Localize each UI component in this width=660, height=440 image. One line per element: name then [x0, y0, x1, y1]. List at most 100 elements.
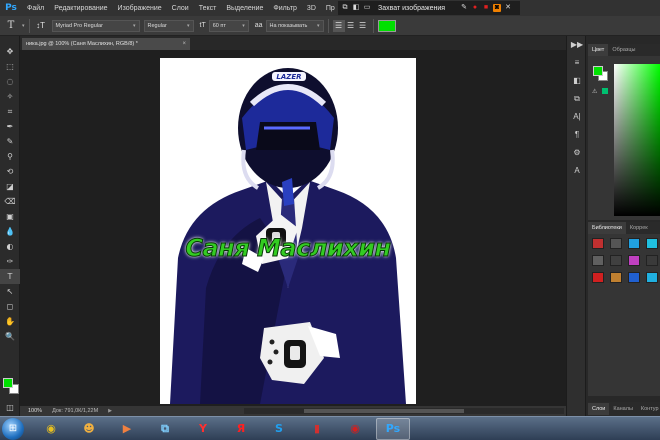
network-icon[interactable]: ⧉ [148, 418, 182, 440]
healing-brush-tool-icon[interactable]: ✎ [0, 134, 20, 149]
menu-filter[interactable]: Фильтр [268, 5, 302, 12]
type-tool-icon[interactable]: T [0, 269, 20, 284]
video-icon[interactable]: ▮ [300, 418, 334, 440]
canvas-workspace[interactable]: LAZER Саня Маслихин [20, 50, 566, 406]
close-icon[interactable]: × [182, 41, 186, 47]
tab-adjustments[interactable]: Коррек [626, 222, 652, 234]
marquee-tool-icon[interactable]: ⬚ [0, 59, 20, 74]
adjustment-swatch[interactable] [592, 238, 604, 249]
collapse-panels-icon[interactable]: ▶▶ [567, 36, 587, 54]
camera-icon[interactable]: ◙ [493, 4, 502, 12]
eyedropper-tool-icon[interactable]: ✒ [0, 119, 20, 134]
menu-3d[interactable]: 3D [302, 5, 321, 12]
type-tool-preset[interactable]: T [0, 20, 22, 31]
color-spectrum-field[interactable] [614, 64, 660, 216]
window-icon[interactable]: ▭ [363, 4, 371, 12]
properties-panel-icon[interactable]: ◧ [567, 72, 587, 90]
tool-presets-panel-icon[interactable]: ⚙ [567, 144, 587, 162]
menu-view[interactable]: Пр [321, 5, 340, 12]
antialias-select[interactable]: На показывать ▾ [265, 19, 324, 32]
quick-mask-icon[interactable]: ◫ [0, 400, 20, 415]
web-safe-color-swatch[interactable] [602, 88, 608, 94]
brush-tool-icon[interactable]: ⚲ [0, 149, 20, 164]
adjustment-swatch[interactable] [592, 272, 604, 283]
adjustment-swatch[interactable] [646, 255, 658, 266]
tab-color[interactable]: Цвет [588, 44, 609, 56]
tab-paths[interactable]: Контур [637, 403, 660, 415]
font-size-select[interactable]: 60 пт ▾ [208, 19, 249, 32]
text-color-swatch[interactable] [377, 19, 396, 32]
skype-icon[interactable]: S [262, 418, 296, 440]
adjustment-swatch[interactable] [610, 255, 622, 266]
sizing-icon[interactable]: ◧ [352, 4, 360, 12]
status-menu-arrow-icon[interactable]: ▶ [108, 408, 112, 414]
panel-foreground-color[interactable] [593, 66, 603, 76]
history-panel-icon[interactable]: ≡ [567, 54, 587, 72]
scrollbar-thumb[interactable] [304, 409, 464, 413]
font-family-select[interactable]: Myriad Pro Regular ▾ [51, 19, 140, 32]
adjustment-swatch[interactable] [628, 272, 640, 283]
chrome-icon[interactable]: ◉ [34, 418, 68, 440]
zoom-tool-icon[interactable]: 🔍 [0, 329, 20, 344]
glyphs-panel-icon[interactable]: A [567, 162, 587, 180]
chrome-red-icon[interactable]: ◉ [338, 418, 372, 440]
adjustment-swatch[interactable] [646, 238, 658, 249]
dodge-tool-icon[interactable]: ◐ [0, 239, 20, 254]
adjustment-swatch[interactable] [628, 255, 640, 266]
menu-layers[interactable]: Слои [167, 5, 194, 12]
lasso-tool-icon[interactable]: ◌ [0, 74, 20, 89]
horizontal-scrollbar[interactable] [244, 408, 564, 414]
yandex-browser-icon[interactable]: Я [224, 418, 258, 440]
photoshop-icon[interactable]: Ps [376, 417, 410, 440]
history-brush-tool-icon[interactable]: ◪ [0, 179, 20, 194]
move-tool-icon[interactable]: ✥ [0, 44, 20, 59]
adjustment-swatch[interactable] [610, 272, 622, 283]
align-left-button[interactable]: ☰ [332, 19, 345, 32]
menu-file[interactable]: Файл [22, 5, 49, 12]
stop-icon[interactable]: ■ [482, 4, 490, 12]
adjustment-swatch[interactable] [592, 255, 604, 266]
zoom-level[interactable]: 100% [28, 408, 42, 414]
user-folder-icon[interactable]: ☻ [72, 418, 106, 440]
adjustment-swatch[interactable] [610, 238, 622, 249]
toolbox-grip[interactable] [0, 36, 19, 44]
crop-tool-icon[interactable]: ⌗ [0, 104, 20, 119]
eraser-tool-icon[interactable]: ⌫ [0, 194, 20, 209]
tab-libraries[interactable]: Библиотеки [588, 222, 626, 234]
tab-swatches[interactable]: Образцы [608, 44, 639, 56]
document-tab[interactable]: ника.jpg @ 100% (Саня Маслихин, RGB/8) *… [22, 38, 190, 50]
document-canvas[interactable]: LAZER Саня Маслихин [160, 58, 416, 404]
menu-edit[interactable]: Редактирование [49, 5, 112, 12]
gradient-tool-icon[interactable]: ▣ [0, 209, 20, 224]
blur-tool-icon[interactable]: 💧 [0, 224, 20, 239]
text-orientation-icon[interactable]: ↕T [34, 21, 48, 30]
quick-select-tool-icon[interactable]: ✧ [0, 89, 20, 104]
align-right-button[interactable]: ☰ [357, 20, 369, 32]
tab-channels[interactable]: Каналы [609, 403, 637, 415]
character-panel-icon[interactable]: A| [567, 108, 587, 126]
menu-image[interactable]: Изображение [113, 5, 167, 12]
adjustment-swatch[interactable] [646, 272, 658, 283]
align-center-button[interactable]: ☰ [345, 20, 357, 32]
pen-tool-icon[interactable]: ✑ [0, 254, 20, 269]
chevron-down-icon[interactable]: ▾ [22, 23, 25, 29]
start-button[interactable]: ⊞ [2, 417, 24, 440]
menu-type[interactable]: Текст [194, 5, 222, 12]
hand-tool-icon[interactable]: ✋ [0, 314, 20, 329]
pencil-icon[interactable]: ✎ [460, 4, 468, 12]
clone-stamp-tool-icon[interactable]: ⟲ [0, 164, 20, 179]
font-style-select[interactable]: Regular ▾ [143, 19, 194, 32]
paragraph-panel-icon[interactable]: ¶ [567, 126, 587, 144]
media-player-icon[interactable]: ▶ [110, 418, 144, 440]
tab-layers[interactable]: Слои [588, 403, 610, 415]
record-icon[interactable]: ● [471, 4, 479, 12]
close-icon[interactable]: ✕ [504, 4, 512, 12]
shape-tool-icon[interactable]: ◻ [0, 299, 20, 314]
clone-source-panel-icon[interactable]: ⧉ [567, 90, 587, 108]
menu-select[interactable]: Выделение [221, 5, 268, 12]
canvas-text-layer[interactable]: Саня Маслихин [164, 234, 412, 263]
path-select-tool-icon[interactable]: ↖ [0, 284, 20, 299]
yandex-icon[interactable]: Y [186, 418, 220, 440]
adjustment-swatch[interactable] [628, 238, 640, 249]
move-grip-icon[interactable]: ⧉ [341, 4, 349, 12]
